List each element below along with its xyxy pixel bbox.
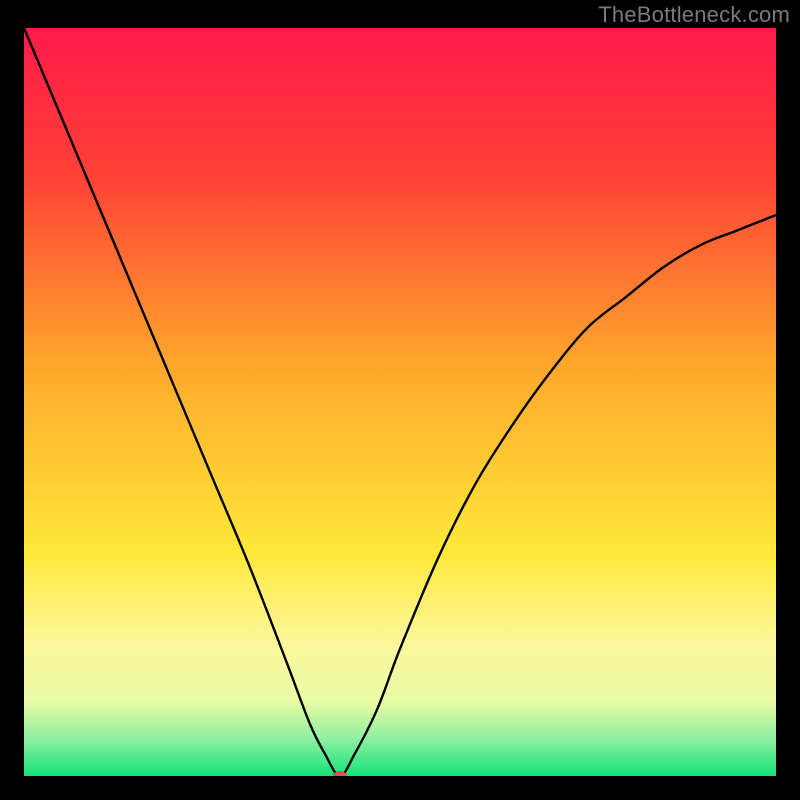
bottleneck-plot	[24, 28, 776, 776]
watermark-text: TheBottleneck.com	[598, 2, 790, 28]
plot-svg	[24, 28, 776, 776]
gradient-background	[24, 28, 776, 776]
chart-frame: TheBottleneck.com	[0, 0, 800, 800]
